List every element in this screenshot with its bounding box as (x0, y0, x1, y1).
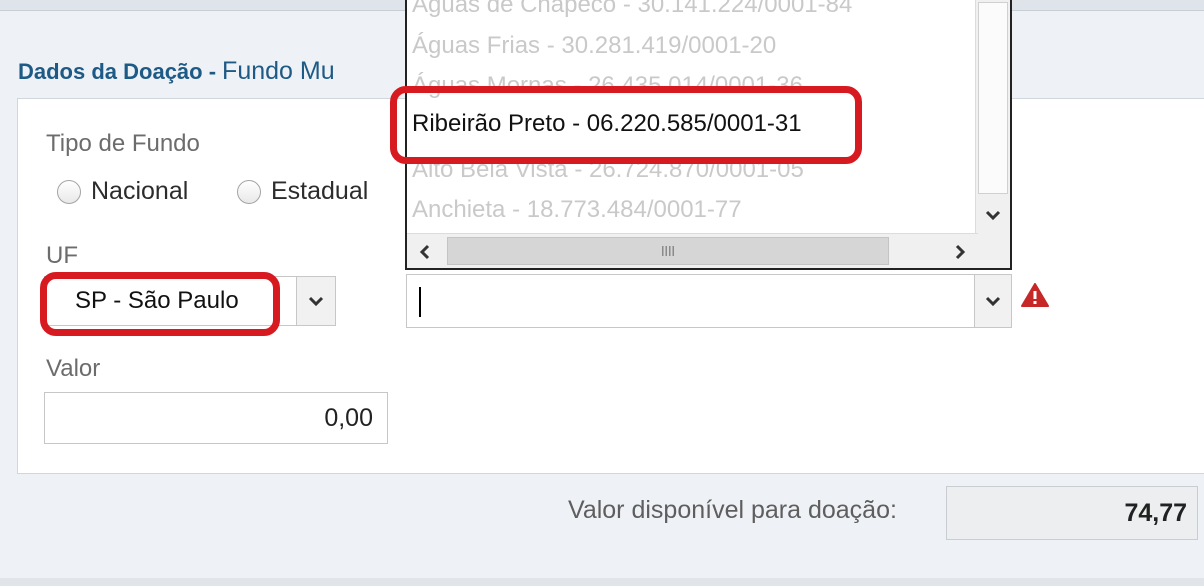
radio-circle[interactable] (237, 179, 261, 204)
list-item[interactable]: Águas Frias - 30.281.419/0001-20 (412, 32, 776, 60)
list-item[interactable]: Anchieta - 18.773.484/0001-77 (412, 196, 742, 224)
radio-nacional[interactable]: Nacional (57, 177, 188, 206)
fundo-dropdown-list[interactable]: Águas de Chapecó - 30.141.224/0001-84 Ág… (405, 0, 1012, 270)
section-title-fund: Fundo Mu (222, 57, 335, 85)
scroll-left-button[interactable] (407, 234, 443, 268)
fundo-dropdown-button[interactable] (974, 275, 1011, 327)
valor-label: Valor (46, 355, 101, 382)
vertical-scroll-thumb[interactable] (978, 2, 1008, 194)
scroll-right-button[interactable] (942, 234, 978, 268)
grip-icon (662, 246, 674, 256)
uf-selected-value: SP - São Paulo (75, 287, 239, 314)
uf-dropdown-button[interactable] (296, 277, 335, 325)
radio-circle[interactable] (57, 179, 81, 204)
horizontal-scroll-thumb[interactable] (447, 237, 889, 265)
list-item[interactable]: Águas Mornas - 26.435.014/0001-36 (412, 72, 803, 100)
window-bottom-edge (0, 578, 1204, 586)
radio-estadual[interactable]: Estadual (237, 177, 368, 206)
list-item[interactable]: Águas de Chapecó - 30.141.224/0001-84 (412, 0, 852, 19)
list-item[interactable]: Alto Bela Vista - 26.724.870/0001-05 (412, 156, 804, 184)
radio-nacional-label: Nacional (91, 177, 189, 205)
valor-input[interactable]: 0,00 (44, 392, 388, 444)
section-title-main: Dados da Doação - (18, 59, 217, 84)
available-value: 74,77 (946, 486, 1198, 540)
chevron-left-icon (419, 244, 430, 259)
warning-triangle-icon (1021, 283, 1049, 307)
list-item-selected[interactable]: Ribeirão Preto - 06.220.585/0001-31 (412, 110, 802, 138)
scrollbar-corner (978, 233, 1010, 268)
vertical-scrollbar[interactable] (975, 0, 1010, 233)
radio-estadual-label: Estadual (271, 177, 369, 205)
uf-label: UF (46, 242, 78, 269)
chevron-right-icon (955, 244, 966, 259)
horizontal-scrollbar[interactable] (407, 233, 978, 268)
text-cursor (419, 287, 421, 317)
chevron-down-icon (308, 296, 324, 307)
uf-select[interactable]: SP - São Paulo (44, 276, 336, 326)
scroll-down-button[interactable] (976, 198, 1010, 232)
chevron-down-icon (985, 296, 1001, 307)
fundo-select-input[interactable] (406, 274, 1012, 328)
section-title: Dados da Doação - Fundo Mu (18, 54, 335, 88)
tipo-fundo-label: Tipo de Fundo (46, 130, 200, 157)
available-label: Valor disponível para doação: (568, 496, 897, 524)
chevron-down-icon (985, 210, 1001, 221)
